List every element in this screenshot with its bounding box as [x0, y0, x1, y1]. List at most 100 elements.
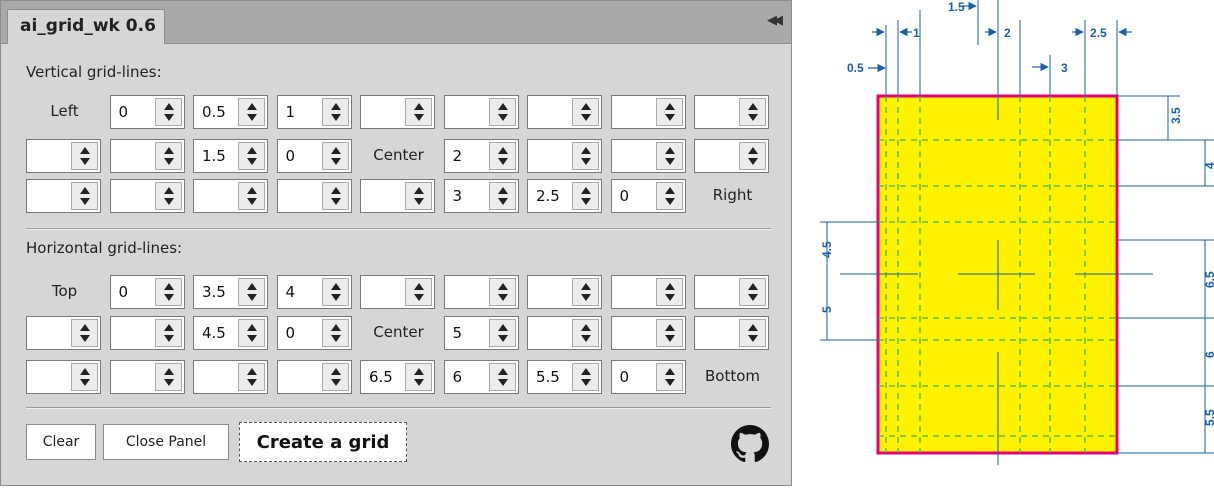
vertical-value-stepper[interactable]: [610, 95, 686, 129]
create-grid-button[interactable]: Create a grid: [239, 422, 407, 462]
arrow-down-icon[interactable]: [414, 198, 424, 205]
arrow-down-icon[interactable]: [163, 335, 174, 342]
vertical-value-stepper[interactable]: [527, 139, 602, 173]
arrow-down-icon[interactable]: [330, 379, 341, 386]
spin-buttons[interactable]: [572, 363, 599, 391]
horizontal-value-input[interactable]: [530, 319, 574, 347]
spin-buttons[interactable]: [238, 98, 265, 126]
arrow-up-icon[interactable]: [330, 283, 341, 290]
arrow-down-icon[interactable]: [581, 379, 591, 386]
horizontal-value-stepper[interactable]: [360, 275, 435, 309]
spin-buttons[interactable]: [238, 182, 265, 210]
horizontal-value-input[interactable]: [196, 278, 240, 306]
vertical-value-input[interactable]: [613, 142, 658, 170]
arrow-down-icon[interactable]: [330, 294, 341, 301]
spin-buttons[interactable]: [238, 319, 265, 347]
arrow-down-icon[interactable]: [748, 114, 758, 121]
horizontal-value-input[interactable]: [697, 319, 741, 347]
horizontal-value-input[interactable]: [279, 319, 324, 347]
spin-buttons[interactable]: [572, 278, 599, 306]
horizontal-value-input[interactable]: [613, 363, 658, 391]
horizontal-value-stepper[interactable]: [193, 275, 268, 309]
arrow-up-icon[interactable]: [80, 368, 90, 375]
horizontal-value-stepper[interactable]: [109, 275, 185, 309]
arrow-down-icon[interactable]: [163, 294, 174, 301]
arrow-down-icon[interactable]: [581, 198, 591, 205]
horizontal-value-input[interactable]: [613, 278, 658, 306]
spin-buttons[interactable]: [405, 182, 432, 210]
arrow-up-icon[interactable]: [414, 368, 424, 375]
vertical-value-input[interactable]: [363, 98, 407, 126]
spin-buttons[interactable]: [488, 98, 516, 126]
spin-buttons[interactable]: [154, 182, 182, 210]
vertical-value-input[interactable]: [279, 98, 324, 126]
spin-buttons[interactable]: [154, 363, 182, 391]
spin-buttons[interactable]: [572, 319, 599, 347]
arrow-up-icon[interactable]: [163, 147, 174, 154]
vertical-value-stepper[interactable]: [694, 95, 769, 129]
horizontal-value-stepper[interactable]: [610, 316, 686, 350]
horizontal-value-stepper[interactable]: [276, 360, 352, 394]
arrow-up-icon[interactable]: [581, 103, 591, 110]
vertical-value-stepper[interactable]: [360, 179, 435, 213]
arrow-down-icon[interactable]: [581, 294, 591, 301]
arrow-down-icon[interactable]: [664, 294, 675, 301]
arrow-down-icon[interactable]: [247, 158, 257, 165]
vertical-value-stepper[interactable]: [276, 95, 352, 129]
spin-buttons[interactable]: [655, 182, 683, 210]
arrow-down-icon[interactable]: [163, 114, 174, 121]
spin-buttons[interactable]: [655, 363, 683, 391]
spin-buttons[interactable]: [405, 98, 432, 126]
horizontal-value-input[interactable]: [112, 319, 157, 347]
arrow-down-icon[interactable]: [80, 198, 90, 205]
horizontal-value-input[interactable]: [530, 363, 574, 391]
spin-buttons[interactable]: [321, 98, 349, 126]
vertical-value-stepper[interactable]: [443, 95, 519, 129]
horizontal-value-input[interactable]: [697, 278, 741, 306]
arrow-up-icon[interactable]: [330, 103, 341, 110]
arrow-up-icon[interactable]: [80, 147, 90, 154]
spin-buttons[interactable]: [321, 363, 349, 391]
spin-buttons[interactable]: [71, 142, 98, 170]
arrow-up-icon[interactable]: [581, 324, 591, 331]
vertical-value-stepper[interactable]: [276, 139, 352, 173]
arrow-up-icon[interactable]: [664, 324, 675, 331]
horizontal-value-input[interactable]: [446, 319, 491, 347]
horizontal-value-stepper[interactable]: [109, 360, 185, 394]
horizontal-value-stepper[interactable]: [443, 275, 519, 309]
spin-buttons[interactable]: [572, 98, 599, 126]
horizontal-value-stepper[interactable]: [276, 275, 352, 309]
arrow-up-icon[interactable]: [497, 368, 508, 375]
arrow-down-icon[interactable]: [664, 158, 675, 165]
arrow-down-icon[interactable]: [330, 335, 341, 342]
arrow-down-icon[interactable]: [497, 335, 508, 342]
vertical-value-stepper[interactable]: [443, 179, 519, 213]
horizontal-value-input[interactable]: [196, 319, 240, 347]
vertical-value-input[interactable]: [613, 98, 658, 126]
arrow-up-icon[interactable]: [330, 147, 341, 154]
double-chevron-left-icon[interactable]: ◀◀: [767, 13, 783, 28]
vertical-value-input[interactable]: [196, 142, 240, 170]
vertical-value-stepper[interactable]: [26, 139, 101, 173]
arrow-up-icon[interactable]: [497, 283, 508, 290]
arrow-down-icon[interactable]: [497, 379, 508, 386]
horizontal-value-stepper[interactable]: [694, 316, 769, 350]
panel-tab[interactable]: ai_grid_wk 0.6: [7, 9, 165, 44]
arrow-down-icon[interactable]: [247, 294, 257, 301]
arrow-up-icon[interactable]: [748, 324, 758, 331]
vertical-value-input[interactable]: [29, 142, 73, 170]
horizontal-value-input[interactable]: [279, 363, 324, 391]
vertical-value-input[interactable]: [530, 98, 574, 126]
arrow-down-icon[interactable]: [748, 335, 758, 342]
arrow-down-icon[interactable]: [664, 198, 675, 205]
arrow-up-icon[interactable]: [748, 103, 758, 110]
vertical-value-stepper[interactable]: [109, 95, 185, 129]
arrow-down-icon[interactable]: [497, 114, 508, 121]
arrow-up-icon[interactable]: [163, 187, 174, 194]
arrow-up-icon[interactable]: [247, 187, 257, 194]
horizontal-value-stepper[interactable]: [26, 316, 101, 350]
horizontal-value-input[interactable]: [112, 278, 157, 306]
arrow-down-icon[interactable]: [664, 335, 675, 342]
horizontal-value-stepper[interactable]: [443, 360, 519, 394]
vertical-value-input[interactable]: [613, 182, 658, 210]
